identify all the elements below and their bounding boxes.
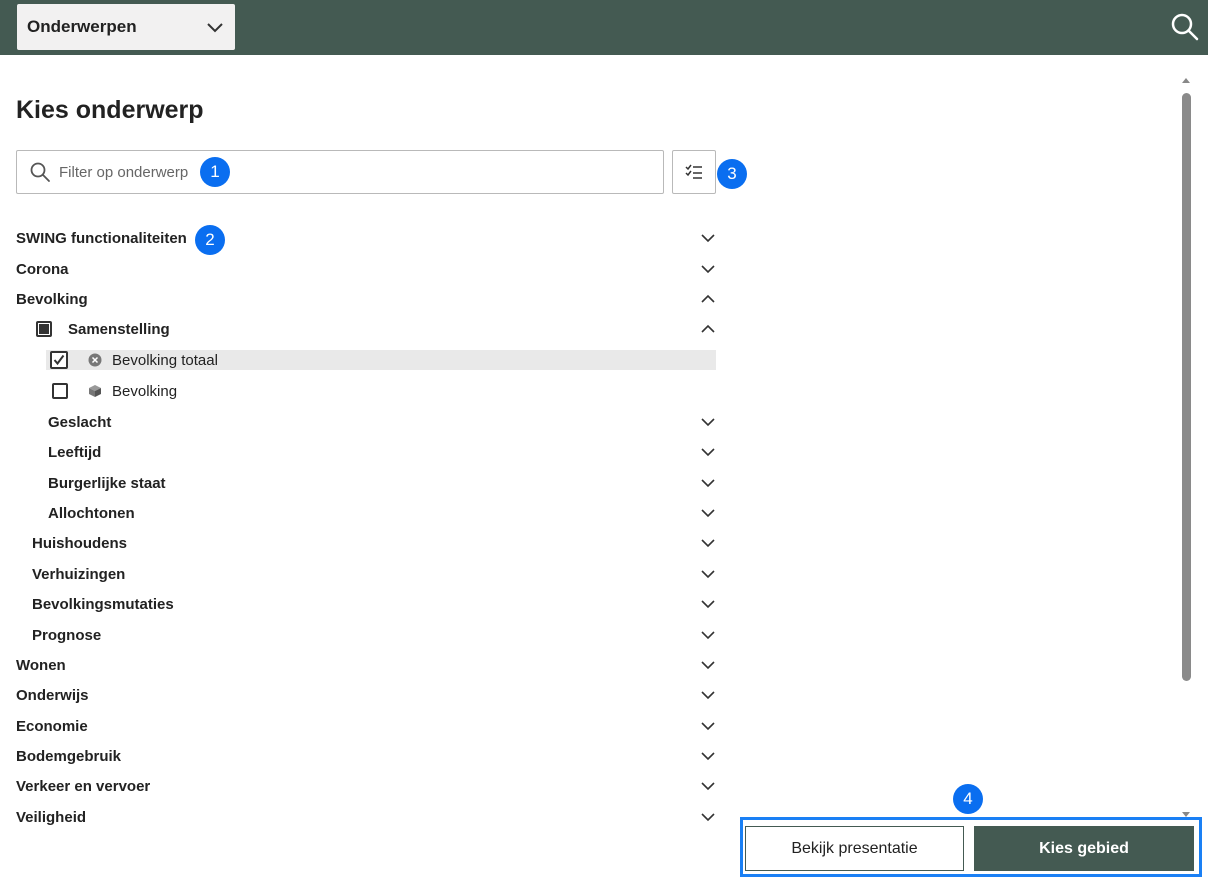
chevron-down-icon xyxy=(701,570,715,579)
chevron-up-icon xyxy=(701,294,715,303)
choose-area-button[interactable]: Kies gebied xyxy=(974,826,1194,871)
remove-circle-icon[interactable] xyxy=(88,353,102,367)
search-icon xyxy=(30,162,50,182)
tree-item-veiligheid[interactable]: Veiligheid xyxy=(16,802,716,832)
tree-item-samenstelling[interactable]: Samenstelling xyxy=(16,314,716,344)
tree-item-label: Verkeer en vervoer xyxy=(16,777,151,795)
chevron-down-icon xyxy=(701,782,715,791)
tree-item-wonen[interactable]: Wonen xyxy=(16,650,716,680)
tree-item-economie[interactable]: Economie xyxy=(16,711,716,741)
tree-item-label: Geslacht xyxy=(48,413,112,431)
tree-item-label: Onderwijs xyxy=(16,686,89,704)
chevron-down-icon xyxy=(207,23,223,33)
tree-item-prognose[interactable]: Prognose xyxy=(32,620,716,650)
tree-item-swing[interactable]: SWING functionaliteiten xyxy=(16,223,716,253)
tree-item-label: Veiligheid xyxy=(16,808,87,826)
tree-item-label: SWING functionaliteiten xyxy=(16,229,187,247)
checkmark-icon xyxy=(53,354,65,366)
tree-item-bevolkingsmutaties[interactable]: Bevolkingsmutaties xyxy=(32,589,716,619)
filter-input[interactable] xyxy=(59,163,651,181)
tree-item-label: Bodemgebruik xyxy=(16,747,122,765)
tree-item-label: Samenstelling xyxy=(68,320,170,338)
tree-item-leeftijd[interactable]: Leeftijd xyxy=(48,437,716,467)
chevron-down-icon xyxy=(701,418,715,427)
top-bar: Onderwerpen xyxy=(0,0,1208,55)
tree-item-label: Burgerlijke staat xyxy=(48,474,166,492)
tree-item-label: Huishoudens xyxy=(32,534,128,552)
select-list-button[interactable] xyxy=(672,150,716,194)
tree-item-label: Leeftijd xyxy=(48,443,102,461)
tree-leaf-label: Bevolking totaal xyxy=(112,351,218,369)
tree-item-label: Economie xyxy=(16,717,88,735)
chevron-down-icon xyxy=(701,509,715,518)
page-title: Kies onderwerp xyxy=(16,96,204,124)
chevron-down-icon xyxy=(701,539,715,548)
topic-dropdown[interactable]: Onderwerpen xyxy=(17,4,235,50)
tree-item-label: Allochtonen xyxy=(48,504,135,522)
tree-item-geslacht[interactable]: Geslacht xyxy=(48,407,716,437)
scrollbar-thumb[interactable] xyxy=(1182,93,1191,681)
view-presentation-button[interactable]: Bekijk presentatie xyxy=(745,826,964,871)
chevron-down-icon xyxy=(701,600,715,609)
tree-leaf-bevolking-totaal[interactable]: Bevolking totaal xyxy=(46,350,716,370)
tree-item-label: Corona xyxy=(16,260,69,278)
chevron-down-icon xyxy=(701,631,715,640)
partial-checkbox[interactable] xyxy=(36,321,52,337)
tree-item-verhuizingen[interactable]: Verhuizingen xyxy=(32,559,716,589)
checkbox[interactable] xyxy=(52,383,68,399)
chevron-down-icon xyxy=(701,661,715,670)
chevron-down-icon xyxy=(701,752,715,761)
checklist-icon xyxy=(685,164,702,179)
checked-checkbox[interactable] xyxy=(50,351,68,369)
tree-item-allochtonen[interactable]: Allochtonen xyxy=(48,498,716,528)
chevron-down-icon xyxy=(701,722,715,731)
scroll-up-arrow[interactable] xyxy=(1182,78,1190,83)
tree-item-burgerlijke-staat[interactable]: Burgerlijke staat xyxy=(48,468,716,498)
tree-item-verkeer-en-vervoer[interactable]: Verkeer en vervoer xyxy=(16,771,716,801)
chevron-up-icon xyxy=(701,324,715,333)
tree-item-huishoudens[interactable]: Huishoudens xyxy=(32,528,716,558)
tree-leaf-label: Bevolking xyxy=(112,382,178,400)
tree-item-label: Verhuizingen xyxy=(32,565,126,583)
tree-item-bodemgebruik[interactable]: Bodemgebruik xyxy=(16,741,716,771)
annotation-badge-1: 1 xyxy=(200,157,230,187)
tree-item-label: Bevolkingsmutaties xyxy=(32,595,174,613)
chevron-down-icon xyxy=(701,479,715,488)
topic-dropdown-label: Onderwerpen xyxy=(27,17,137,36)
chevron-down-icon xyxy=(701,234,715,243)
tree-item-bevolking[interactable]: Bevolking xyxy=(16,284,716,314)
annotation-badge-3: 3 xyxy=(717,159,747,189)
chevron-down-icon xyxy=(701,813,715,822)
chevron-down-icon xyxy=(701,265,715,274)
search-icon[interactable] xyxy=(1170,12,1200,42)
tree-leaf-bevolking[interactable]: Bevolking xyxy=(46,376,716,406)
chevron-down-icon xyxy=(701,691,715,700)
cube-icon xyxy=(89,385,101,397)
filter-field[interactable] xyxy=(16,150,664,194)
tree-item-onderwijs[interactable]: Onderwijs xyxy=(16,680,716,710)
tree-item-label: Wonen xyxy=(16,656,66,674)
tree-item-label: Bevolking xyxy=(16,290,88,308)
chevron-down-icon xyxy=(701,448,715,457)
annotation-badge-4: 4 xyxy=(953,784,983,814)
tree-item-label: Prognose xyxy=(32,626,102,644)
tree-item-corona[interactable]: Corona xyxy=(16,254,716,284)
